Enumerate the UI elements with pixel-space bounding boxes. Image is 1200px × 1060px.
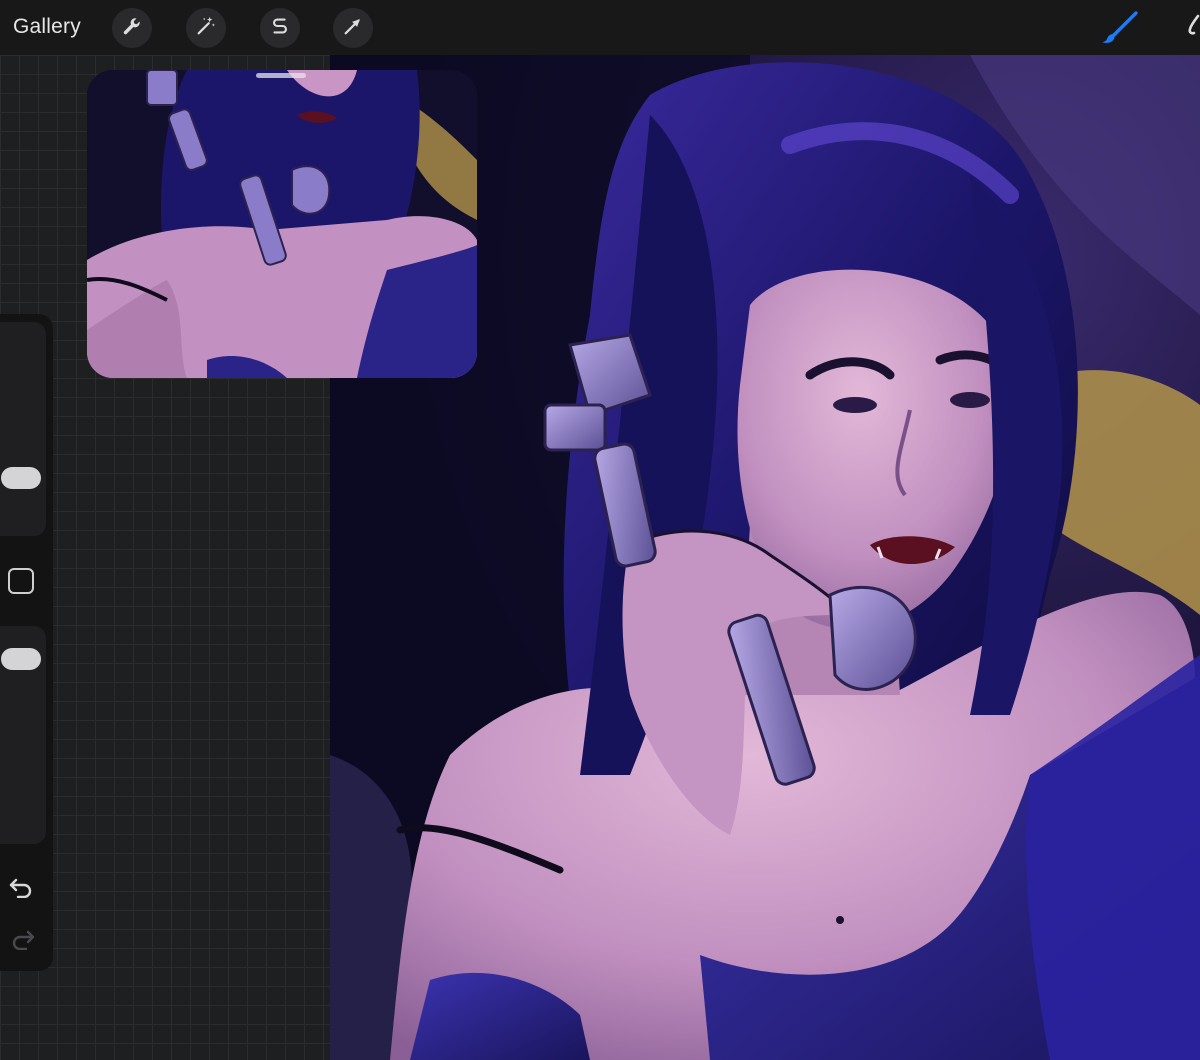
redo-icon	[8, 930, 36, 954]
smudge-button[interactable]	[1186, 14, 1200, 42]
top-toolbar: Gallery	[0, 0, 1200, 55]
redo-button[interactable]	[8, 926, 36, 951]
opacity-slider[interactable]	[0, 626, 46, 844]
undo-button[interactable]	[8, 874, 36, 899]
selection-s-icon	[269, 15, 291, 42]
gallery-button[interactable]: Gallery	[13, 15, 81, 39]
modify-button[interactable]	[8, 568, 34, 594]
transform-button[interactable]	[333, 8, 373, 48]
opacity-thumb[interactable]	[1, 648, 41, 671]
adjustments-button[interactable]	[186, 8, 226, 48]
magic-wand-icon	[195, 15, 217, 42]
selection-button[interactable]	[260, 8, 300, 48]
smudge-icon	[1186, 14, 1200, 46]
brush-button[interactable]	[1098, 10, 1142, 46]
wrench-icon	[121, 15, 143, 42]
undo-icon	[8, 878, 36, 902]
brush-icon	[1098, 11, 1142, 50]
reference-window[interactable]	[87, 70, 477, 378]
brush-size-thumb[interactable]	[1, 467, 41, 490]
brush-size-slider[interactable]	[0, 322, 46, 536]
left-sidebar	[0, 314, 53, 971]
actions-button[interactable]	[112, 8, 152, 48]
arrow-cursor-icon	[342, 15, 364, 42]
reference-drag-handle[interactable]	[256, 73, 306, 78]
reference-thumbnail	[87, 70, 477, 378]
